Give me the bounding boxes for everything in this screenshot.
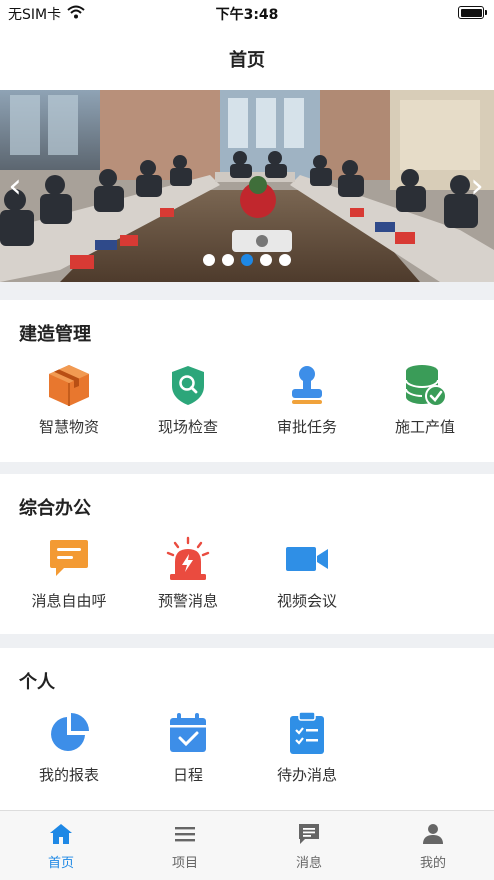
pie-chart-icon: [51, 713, 89, 751]
list-icon: [175, 827, 195, 842]
nav-bar: 首页: [0, 26, 494, 90]
grid-item-smart-materials[interactable]: 智慧物资: [10, 362, 128, 437]
clipboard-icon: [290, 711, 324, 754]
calendar-icon: [170, 713, 206, 752]
carousel-dot-1[interactable]: [203, 254, 215, 266]
section-construction: 建造管理 智慧物资 现场检查 审批任务 施工产值: [0, 300, 494, 462]
page-title: 首页: [229, 50, 265, 71]
section-office: 综合办公 消息自由呼 预警消息 视频会议: [0, 474, 494, 634]
carousel-dot-2[interactable]: [222, 254, 234, 266]
shield-search-icon: [172, 366, 204, 405]
box-icon: [49, 365, 89, 406]
section-divider: [0, 634, 494, 648]
grid-item-schedule[interactable]: 日程: [129, 710, 247, 785]
grid-item-label: 现场检查: [157, 418, 218, 436]
carousel-indicator: [203, 254, 291, 266]
section-title: 综合办公: [19, 498, 91, 519]
grid-item-label: 视频会议: [276, 592, 337, 610]
stamp-icon: [292, 366, 322, 404]
grid-item-label: 待办消息: [276, 766, 337, 784]
alarm-icon: [166, 536, 210, 580]
tab-messages[interactable]: 消息: [254, 821, 364, 871]
tab-mine[interactable]: 我的: [378, 821, 488, 871]
grid-item-label: 消息自由呼: [31, 592, 107, 610]
tab-label: 项目: [171, 856, 198, 871]
grid-item-approval-tasks[interactable]: 审批任务: [248, 362, 366, 437]
grid-item-label: 日程: [172, 766, 203, 784]
grid-item-alert-messages[interactable]: 预警消息: [129, 536, 247, 611]
section-personal: 个人 我的报表 日程 待办消息: [0, 648, 494, 810]
tab-home[interactable]: 首页: [6, 821, 116, 871]
status-time: 下午3:48: [215, 7, 279, 23]
database-check-icon: [405, 365, 447, 407]
video-camera-icon: [286, 547, 328, 571]
tab-label: 首页: [47, 856, 74, 871]
grid-item-video-conference[interactable]: 视频会议: [248, 536, 366, 611]
person-icon: [423, 824, 443, 844]
grid-item-pending-messages[interactable]: 待办消息: [248, 710, 366, 785]
grid-item-label: 施工产值: [394, 418, 455, 436]
home-icon: [50, 824, 72, 844]
grid-item-construction-output[interactable]: 施工产值: [366, 362, 484, 437]
chat-icon: [299, 824, 319, 844]
grid-item-free-call-messages[interactable]: 消息自由呼: [10, 536, 128, 611]
section-divider: [0, 282, 494, 300]
message-icon: [50, 540, 88, 576]
grid-item-label: 智慧物资: [38, 418, 99, 436]
carousel-dot-5[interactable]: [279, 254, 291, 266]
grid-item-my-reports[interactable]: 我的报表: [10, 710, 128, 785]
carousel-dot-4[interactable]: [260, 254, 272, 266]
grid-item-site-inspection[interactable]: 现场检查: [129, 362, 247, 437]
status-bar: 无SIM卡 下午3:48: [0, 0, 494, 26]
banner-prev-button[interactable]: ‹: [2, 168, 28, 204]
grid-item-label: 审批任务: [276, 418, 337, 436]
bottom-tab-bar: 首页 项目 消息 我的: [0, 810, 494, 880]
banner-next-button[interactable]: ›: [464, 168, 490, 204]
tab-label: 我的: [419, 856, 446, 871]
section-title: 建造管理: [19, 324, 91, 345]
battery-icon: [458, 6, 487, 19]
section-title: 个人: [19, 672, 55, 693]
carousel-dot-3-active[interactable]: [241, 254, 253, 266]
tab-projects[interactable]: 项目: [130, 821, 240, 871]
grid-item-label: 预警消息: [157, 592, 218, 610]
tab-label: 消息: [295, 856, 322, 871]
section-divider: [0, 462, 494, 474]
grid-item-label: 我的报表: [38, 766, 99, 784]
